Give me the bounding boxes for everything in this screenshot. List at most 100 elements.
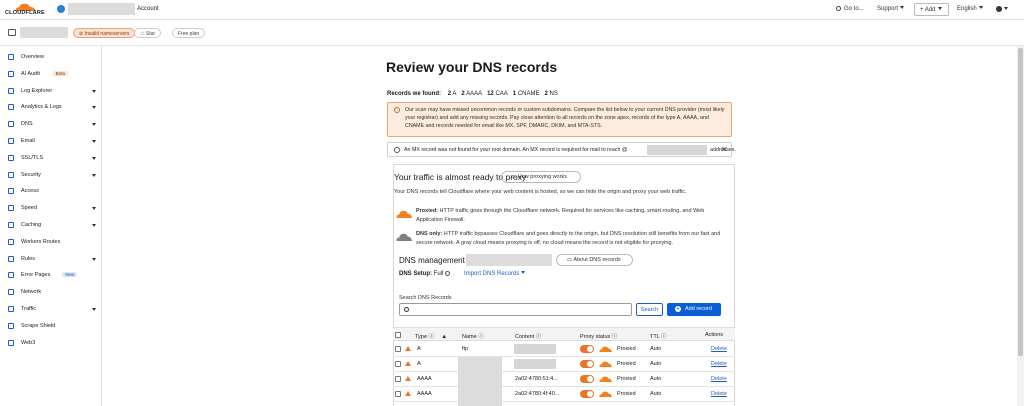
info-icon[interactable] <box>445 271 451 276</box>
row-checkbox[interactable] <box>395 391 401 397</box>
search-label: Search DNS Records <box>399 295 452 301</box>
proxy-toggle[interactable] <box>580 345 594 353</box>
sidebar-item-scrape-shield[interactable]: Scrape Shield <box>0 320 102 334</box>
sidebar-item-security[interactable]: Security <box>0 169 102 183</box>
column-proxy-status[interactable]: Proxy status ⓘ <box>580 332 617 340</box>
sidebar-item-network[interactable]: Network <box>0 286 102 300</box>
access-icon <box>8 188 14 195</box>
account-label[interactable]: Account <box>137 6 159 12</box>
zone-name-redacted <box>20 27 68 38</box>
record-ttl: Auto <box>650 376 662 382</box>
chevron-down-icon <box>92 156 96 160</box>
warning-triangle-icon <box>405 346 411 351</box>
sidebar-item-workers-routes[interactable]: Workers Routes <box>0 236 102 250</box>
cloudflare-logo[interactable]: CLOUDFLARE <box>5 3 53 17</box>
sidebar-item-rules[interactable]: Rules <box>0 253 102 267</box>
select-all-checkbox[interactable] <box>395 332 401 338</box>
sidebar-item-error-pages[interactable]: Error Pages New <box>0 269 102 283</box>
add-record-button[interactable]: + Add record <box>667 303 721 316</box>
row-checkbox[interactable] <box>395 361 401 367</box>
account-name-redacted[interactable] <box>68 3 135 15</box>
proxy-toggle[interactable] <box>580 360 594 368</box>
chevron-down-icon <box>92 207 96 211</box>
proxy-status: Proxied <box>617 361 636 367</box>
proxy-toggle[interactable] <box>580 375 594 383</box>
sidebar-item-log-explorer[interactable]: Log Explorer <box>0 85 102 99</box>
sidebar-item-ai-audit[interactable]: AI Audit Beta <box>0 68 102 82</box>
sidebar-item-caching[interactable]: Caching <box>0 219 102 233</box>
column-name[interactable]: Name ⓘ <box>462 332 484 340</box>
sidebar-item-overview[interactable]: Overview <box>0 51 102 65</box>
column-content[interactable]: Content ⓘ <box>515 332 541 340</box>
workers-icon <box>8 238 14 245</box>
email-icon <box>8 138 14 144</box>
chevron-down-icon <box>1004 7 1008 10</box>
ai-audit-icon <box>8 70 14 77</box>
close-icon[interactable]: ✕ <box>721 145 728 154</box>
chevron-down-icon <box>92 140 96 143</box>
delete-link[interactable]: Delete <box>711 361 727 367</box>
delete-link[interactable]: Delete <box>711 391 727 397</box>
star-button[interactable]: ☆ Star <box>134 28 162 38</box>
sidebar-item-dns[interactable]: DNS <box>0 118 102 132</box>
row-checkbox[interactable] <box>395 376 401 382</box>
column-actions: Actions <box>705 332 724 338</box>
warning-triangle-icon <box>405 391 411 396</box>
user-menu[interactable] <box>996 6 1008 13</box>
invalid-nameservers-badge[interactable]: ⊘ Invalid nameservers <box>73 28 136 38</box>
content-redacted <box>514 359 556 369</box>
proxy-toggle[interactable] <box>580 390 594 398</box>
record-ttl: Auto <box>650 361 662 367</box>
column-ttl[interactable]: TTL ⓘ <box>650 332 667 340</box>
chevron-down-icon <box>92 224 96 227</box>
sidebar-item-email[interactable]: Email <box>0 135 102 149</box>
sidebar-item-label: Security <box>21 171 41 178</box>
sidebar-item-web3[interactable]: Web3 <box>0 337 102 351</box>
logo-text: CLOUDFLARE <box>5 10 45 16</box>
lock-icon <box>8 154 14 161</box>
proxied-cloud-icon <box>599 346 612 352</box>
delete-link[interactable]: Delete <box>711 376 727 382</box>
warning-triangle-icon <box>405 376 411 381</box>
sidebar-item-speed[interactable]: Speed <box>0 202 102 216</box>
sidebar-item-traffic[interactable]: Traffic <box>0 303 102 317</box>
sidebar-item-label: Log Explorer <box>21 87 53 94</box>
plan-badge[interactable]: Free plan <box>172 28 206 38</box>
sidebar: Overview AI Audit Beta Log Explorer Analytic… <box>0 46 102 406</box>
scrollbar-thumb[interactable] <box>1018 48 1023 356</box>
user-icon <box>996 6 1002 12</box>
traffic-icon <box>8 306 14 312</box>
sidebar-item-access[interactable]: Access <box>0 185 102 199</box>
add-menu-button[interactable]: + Add <box>914 3 949 16</box>
search-icon <box>836 6 841 11</box>
chevron-down-icon <box>900 6 905 9</box>
document-icon <box>8 54 14 60</box>
row-checkbox[interactable] <box>395 346 401 352</box>
info-icon: ⓘ <box>611 334 618 340</box>
how-proxying-works-button[interactable]: ▭ How proxying works <box>501 171 581 183</box>
sidebar-tag-badge: New <box>62 272 78 278</box>
sidebar-item-analytics-logs[interactable]: Analytics & Logs <box>0 101 102 115</box>
search-icon <box>404 307 409 312</box>
goto-search[interactable]: Go to... <box>836 6 864 12</box>
zone-window-icon <box>8 29 16 36</box>
document-icon: ▭ <box>511 174 518 180</box>
proxy-status: Proxied <box>617 346 636 352</box>
dns-search-input[interactable] <box>399 303 632 316</box>
sidebar-item-ssl-tls[interactable]: SSL/TLS <box>0 152 102 166</box>
language-menu[interactable]: English <box>957 6 983 12</box>
sidebar-item-label: Rules <box>21 255 36 262</box>
sort-up-icon[interactable]: ▲ <box>442 334 447 340</box>
support-menu[interactable]: Support <box>877 6 905 12</box>
column-type[interactable]: Type ⓘ ▲ <box>415 332 447 340</box>
sidebar-item-label: AI Audit <box>21 70 40 77</box>
record-count: 2 NS <box>544 91 558 97</box>
sidebar-tag-badge: Beta <box>52 70 68 76</box>
record-type: AAAA <box>417 376 432 382</box>
about-dns-records-button[interactable]: ▭ About DNS records <box>556 254 633 266</box>
search-button[interactable]: Search <box>636 303 663 316</box>
import-dns-records-button[interactable]: Import DNS Records <box>464 271 526 277</box>
delete-link[interactable]: Delete <box>711 346 727 352</box>
record-count: 12 CAA <box>487 91 508 97</box>
proxied-cloud-icon <box>396 210 412 218</box>
